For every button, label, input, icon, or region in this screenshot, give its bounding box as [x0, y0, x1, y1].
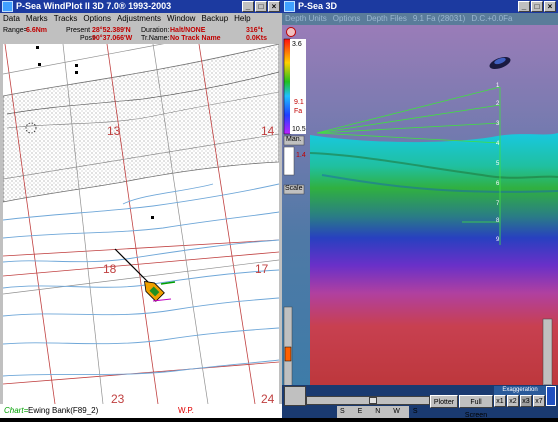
chart-label-13: 13 — [107, 124, 121, 138]
exaggeration-x7-button[interactable]: x7 — [533, 395, 545, 407]
rotate-slider-thumb[interactable] — [369, 397, 377, 404]
probe-tick-7: 7 — [496, 201, 500, 207]
depth-scale-value: 9.1 — [294, 99, 304, 106]
menu-backup[interactable]: Backup — [201, 14, 228, 23]
depth-correction-readout: D.C.+0.0Fa — [471, 14, 513, 23]
seafloor-surface — [310, 133, 558, 409]
nav-info-panel: Range= 6.6Nm Present 28°52.389'N Pos> 90… — [0, 25, 282, 44]
probe-tick-9: 9 — [496, 237, 500, 243]
p-sea-3d-title-bar[interactable]: P-Sea 3D _ □ × — [282, 0, 558, 13]
view-angle-control[interactable] — [284, 386, 306, 406]
3d-view[interactable]: 3.6 9.1 Fa 10.5 Man. 1.4 Scale 1 2 3 4 5… — [282, 25, 558, 409]
range-label: Range= — [3, 27, 28, 34]
depth-scale-unit: Fa — [294, 108, 303, 115]
compass-dir-e: E — [357, 408, 363, 415]
maximize-button[interactable]: □ — [531, 1, 543, 12]
horizontal-rotate-slider[interactable] — [306, 396, 430, 405]
probe-tick-8: 8 — [496, 218, 500, 224]
menu-marks[interactable]: Marks — [26, 14, 48, 23]
probe-tick-3: 3 — [496, 121, 500, 127]
menu-options[interactable]: Options — [333, 14, 361, 23]
depth-scale-max: 3.6 — [292, 41, 302, 48]
minimize-button[interactable]: _ — [242, 1, 254, 12]
exaggeration-x3-button[interactable]: x3 — [520, 395, 532, 407]
compass-rose-icon[interactable] — [286, 27, 296, 37]
chart-canvas[interactable] — [3, 44, 279, 404]
probe-tick-5: 5 — [496, 161, 500, 167]
plotter-title: P-Sea WindPlot II 3D 7.0® 1993-2003 — [16, 1, 172, 11]
exaggeration-scroll-icon[interactable] — [546, 386, 556, 406]
chart-label-24: 24 — [261, 392, 275, 404]
depth-scale-min: 10.5 — [292, 126, 306, 133]
minimize-button[interactable]: _ — [518, 1, 530, 12]
compass-dir-s2: S — [412, 408, 418, 415]
plotter-status-bar: Chart= Ewing Bank(F89_2) W.P. — [0, 404, 282, 418]
track-name-value: No Track Name — [170, 35, 221, 42]
compass-dir-s1: S — [340, 408, 345, 415]
exaggeration-label: Exaggeration — [494, 386, 546, 395]
p-sea-3d-title: P-Sea 3D — [298, 1, 338, 11]
menu-adjustments[interactable]: Adjustments — [117, 14, 161, 23]
menu-window[interactable]: Window — [167, 14, 195, 23]
p-sea-3d-menu-bar: Depth Units Options Depth Files 9.1 Fa (280… — [282, 13, 558, 25]
chart-label-18: 18 — [103, 262, 117, 276]
chart-label-14: 14 — [261, 124, 275, 138]
plotter-menu-bar: Data Marks Tracks Options Adjustments Window B… — [0, 13, 282, 25]
exaggeration-x1-button[interactable]: x1 — [494, 395, 506, 407]
menu-options[interactable]: Options — [83, 14, 111, 23]
close-button[interactable]: × — [544, 1, 556, 12]
compass-dir-n: N — [375, 408, 381, 415]
menu-tracks[interactable]: Tracks — [54, 14, 78, 23]
chart-prefix: Chart= — [4, 406, 29, 415]
compass-direction-strip: S E N W S — [337, 406, 418, 418]
compass-dir-w: W — [393, 408, 400, 415]
close-button[interactable]: × — [268, 1, 280, 12]
exaggeration-x2-button[interactable]: x2 — [507, 395, 519, 407]
plotter-title-bar[interactable]: P-Sea WindPlot II 3D 7.0® 1993-2003 _ □ × — [0, 0, 282, 13]
chart-map[interactable]: 13 14 18 17 23 24 — [3, 44, 279, 404]
depth-marker-value: 1.4 — [296, 152, 306, 159]
plotter-window: P-Sea WindPlot II 3D 7.0® 1993-2003 _ □ × … — [0, 0, 282, 418]
app-icon — [2, 1, 13, 13]
seafloor-canvas[interactable] — [282, 25, 558, 409]
probe-tick-1: 1 — [496, 83, 500, 89]
full-screen-button[interactable]: Full Screen — [459, 395, 493, 419]
menu-help[interactable]: Help — [234, 14, 250, 23]
maximize-button[interactable]: □ — [255, 1, 267, 12]
probe-tick-4: 4 — [496, 141, 500, 147]
chart-label-23: 23 — [111, 392, 125, 404]
scale-button[interactable]: Scale — [285, 185, 303, 192]
p-sea-3d-window: P-Sea 3D _ □ × Depth Units Options Depth Fil… — [282, 0, 558, 419]
range-value[interactable]: 6.6Nm — [26, 26, 47, 35]
track-name-label: Tr.Name: — [141, 35, 170, 42]
waypoint-label: W.P. — [178, 406, 194, 415]
probe-tick-6: 6 — [496, 181, 500, 187]
present-longitude: 90°37.066'W — [92, 35, 133, 42]
speed-value: 0.0Kts — [246, 35, 268, 42]
probe-tick-2: 2 — [496, 101, 500, 107]
app-icon — [284, 1, 295, 13]
menu-depth-units[interactable]: Depth Units — [285, 14, 327, 23]
plotter-button[interactable]: Plotter — [430, 395, 458, 408]
chart-name: Ewing Bank(F89_2) — [28, 406, 99, 415]
manual-scale-button[interactable]: Man. — [286, 136, 302, 143]
current-depth-readout: 9.1 Fa (28031) — [412, 14, 466, 23]
chart-label-17: 17 — [255, 262, 269, 276]
menu-data[interactable]: Data — [3, 14, 20, 23]
menu-depth-files[interactable]: Depth Files — [366, 14, 406, 23]
